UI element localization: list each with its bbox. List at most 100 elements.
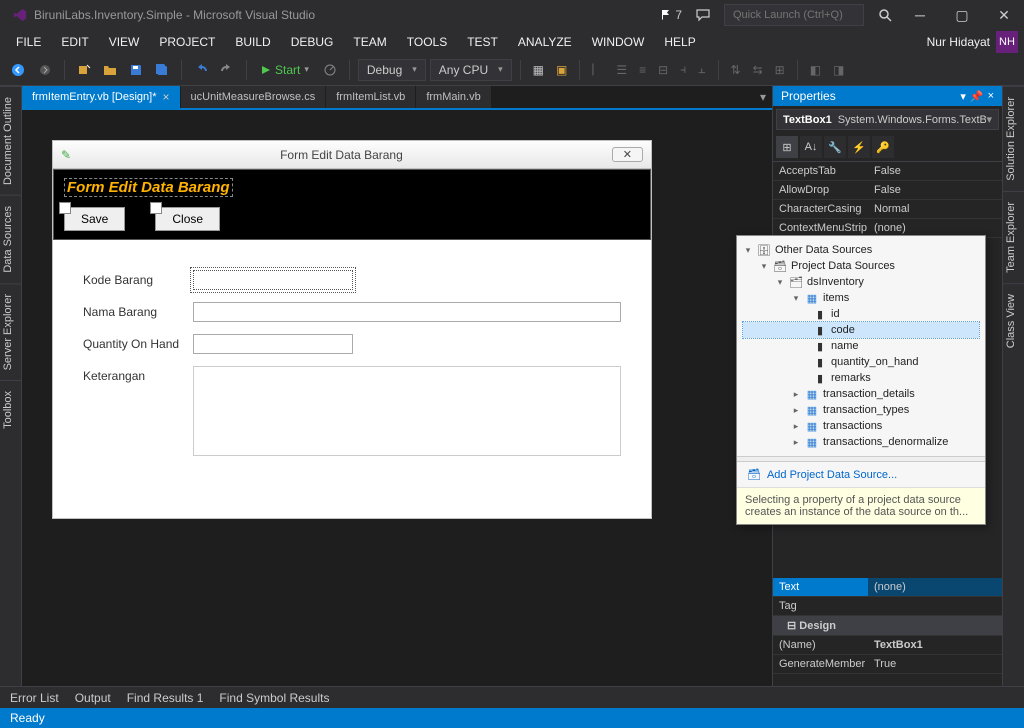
user-avatar[interactable]: NH [996,31,1018,53]
browser-select-icon[interactable] [319,59,341,81]
tab-frmitemlist[interactable]: frmItemList.vb [326,86,416,108]
notification-flag[interactable]: 7 [660,8,682,22]
ds-node-label[interactable]: items [823,292,849,304]
rail-data-sources[interactable]: Data Sources [0,195,21,283]
rail-server-explorer[interactable]: Server Explorer [0,283,21,380]
open-file-icon[interactable] [99,59,121,81]
properties-icon[interactable]: 🔧 [824,136,846,158]
menu-file[interactable]: FILE [6,31,51,53]
order-icon-2[interactable]: ◨ [829,59,848,81]
form-header-panel[interactable]: Form Edit Data Barang Save Close [53,169,651,240]
order-icon-1[interactable]: ◧ [806,59,825,81]
align-icon-2[interactable]: ☰ [612,59,631,81]
close-button[interactable]: Close [155,207,220,231]
rail-document-outline[interactable]: Document Outline [0,86,21,195]
form-close-button[interactable]: ✕ [612,147,643,162]
platform-dropdown[interactable]: Any CPU [430,59,512,81]
spacing-icon-3[interactable]: ⊞ [771,59,789,81]
menu-tools[interactable]: TOOLS [397,31,457,53]
textbox-nama[interactable] [193,302,621,322]
textarea-ket[interactable] [193,366,621,456]
menu-view[interactable]: VIEW [99,31,150,53]
expander-icon[interactable]: ▸ [791,405,801,416]
ds-node-label[interactable]: name [831,340,859,352]
save-button[interactable]: Save [64,207,125,231]
nav-back-icon[interactable] [6,58,30,82]
quick-launch-input[interactable] [724,4,864,26]
align-icon-5[interactable]: ⫞ [676,58,690,81]
expander-icon[interactable]: ▾ [759,261,769,272]
expander-icon[interactable]: ▾ [775,277,785,288]
layout-icon-1[interactable]: ▦ [529,59,548,81]
layout-icon-2[interactable]: ▣ [552,59,571,81]
menu-analyze[interactable]: ANALYZE [508,31,582,53]
rail-toolbox[interactable]: Toolbox [0,380,21,439]
menu-edit[interactable]: EDIT [51,31,98,53]
save-all-icon[interactable] [151,59,173,81]
form-window[interactable]: ✎ Form Edit Data Barang ✕ Form Edit Data… [52,140,652,519]
ds-selected-column[interactable]: ▮code [743,322,979,338]
designer-surface[interactable]: ✎ Form Edit Data Barang ✕ Form Edit Data… [22,110,772,686]
search-icon[interactable] [878,8,892,22]
tab-frmitementry[interactable]: frmItemEntry.vb [Design]* × [22,86,181,108]
start-button[interactable]: Start ▾ [255,60,315,80]
feedback-icon[interactable] [696,8,710,22]
spacing-icon-2[interactable]: ⇆ [749,59,767,81]
tab-frmmain[interactable]: frmMain.vb [416,86,491,108]
menu-test[interactable]: TEST [457,31,508,53]
tab-output[interactable]: Output [75,691,111,705]
rail-class-view[interactable]: Class View [1003,283,1024,358]
expander-icon[interactable]: ▾ [743,245,753,256]
save-icon[interactable] [125,59,147,81]
events-icon[interactable]: ⚡ [848,136,870,158]
pin-icon[interactable]: 📌 [970,90,984,103]
menu-window[interactable]: WINDOW [582,31,655,53]
properties-header[interactable]: Properties ▾ 📌 × [773,86,1002,106]
ds-node-label[interactable]: remarks [831,372,871,384]
close-window-button[interactable]: ✕ [990,4,1018,26]
tab-ucunitmeasurebrowse[interactable]: ucUnitMeasureBrowse.cs [181,86,327,108]
align-icon-6[interactable]: ⫠ [694,58,709,81]
maximize-button[interactable]: ▢ [948,4,976,26]
tab-error-list[interactable]: Error List [10,691,59,705]
rail-solution-explorer[interactable]: Solution Explorer [1003,86,1024,191]
rail-team-explorer[interactable]: Team Explorer [1003,191,1024,283]
align-icon-3[interactable]: ≡ [635,59,650,81]
expander-icon[interactable]: ▸ [791,389,801,400]
expander-icon[interactable]: ▸ [791,437,801,448]
close-icon[interactable]: × [163,90,170,104]
tab-find-symbol-results[interactable]: Find Symbol Results [219,691,329,705]
ds-node-label[interactable]: transaction_details [823,388,915,400]
redo-icon[interactable] [216,59,238,81]
user-name[interactable]: Nur Hidayat [927,35,990,49]
undo-icon[interactable] [190,59,212,81]
datasource-dropdown[interactable]: ▾🗄Other Data Sources ▾🗃Project Data Sour… [736,235,986,525]
add-datasource-link[interactable]: 🗃 Add Project Data Source... [737,462,985,487]
textbox-qty[interactable] [193,334,353,354]
tab-find-results-1[interactable]: Find Results 1 [127,691,204,705]
menu-build[interactable]: BUILD [225,31,280,53]
close-icon[interactable]: × [988,90,994,103]
new-project-icon[interactable] [73,59,95,81]
menu-team[interactable]: TEAM [343,31,396,53]
ds-node-label[interactable]: quantity_on_hand [831,356,918,368]
menu-help[interactable]: HELP [654,31,705,53]
alphabetical-icon[interactable]: A↓ [800,136,822,158]
ds-node-label[interactable]: Project Data Sources [791,260,895,272]
spacing-icon-1[interactable]: ⇅ [727,59,745,81]
ds-node-label[interactable]: dsInventory [807,276,864,288]
ds-node-label[interactable]: id [831,308,840,320]
menu-project[interactable]: PROJECT [149,31,225,53]
dropdown-icon[interactable]: ▾ [960,90,966,103]
ds-node-label[interactable]: transactions_denormalize [823,436,948,448]
align-icon-1[interactable]: ⎸ [588,58,608,81]
expander-icon[interactable]: ▸ [791,421,801,432]
align-icon-4[interactable]: ⊟ [654,59,672,81]
ds-node-label[interactable]: transactions [823,420,882,432]
ds-node-label[interactable]: Other Data Sources [775,244,872,256]
categorized-icon[interactable]: ⊞ [776,136,798,158]
textbox-kode[interactable] [193,270,353,290]
config-dropdown[interactable]: Debug [358,59,426,81]
object-selector[interactable]: TextBox1 System.Windows.Forms.TextBox ▾ [776,109,999,130]
menu-debug[interactable]: DEBUG [281,31,344,53]
